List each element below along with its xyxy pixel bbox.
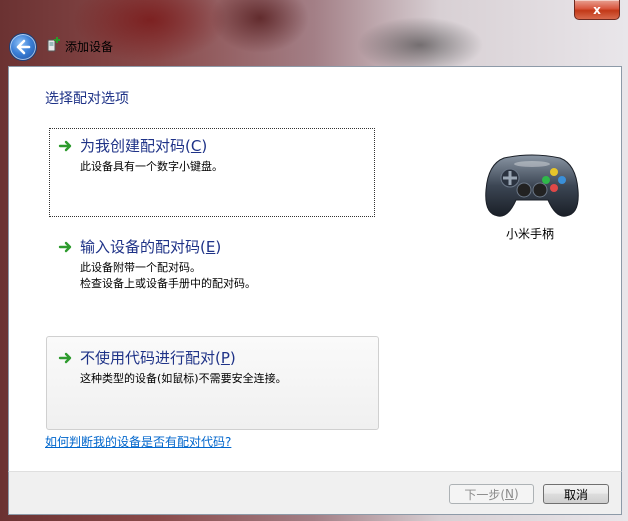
green-arrow-icon	[58, 352, 72, 363]
next-button[interactable]: 下一步(N)	[449, 484, 534, 504]
back-arrow-icon	[16, 39, 31, 55]
window-title: 添加设备	[65, 40, 114, 54]
option-pair-without-code[interactable]: 不使用代码进行配对(P) 这种类型的设备(如鼠标)不需要安全连接。	[46, 336, 379, 430]
gamepad-icon	[485, 154, 579, 217]
option-title: 为我创建配对码(C)	[80, 137, 208, 155]
device-name: 小米手柄	[506, 227, 555, 241]
back-button[interactable]	[9, 33, 37, 61]
close-button[interactable]: x	[574, 0, 620, 20]
option-description: 这种类型的设备(如鼠标)不需要安全连接。	[80, 372, 287, 385]
green-arrow-icon	[58, 241, 72, 252]
add-device-icon	[47, 37, 60, 52]
option-description: 此设备具有一个数字小键盘。	[80, 160, 223, 173]
option-title: 不使用代码进行配对(P)	[80, 349, 236, 367]
cancel-button[interactable]: 取消	[543, 484, 609, 504]
page-heading: 选择配对选项	[45, 91, 129, 107]
option-create-code[interactable]: 为我创建配对码(C) 此设备具有一个数字小键盘。	[49, 128, 375, 217]
green-arrow-icon	[58, 140, 72, 151]
option-enter-code[interactable]: 输入设备的配对码(E) 此设备附带一个配对码。 检查设备上或设备手册中的配对码。	[49, 229, 375, 299]
option-description: 此设备附带一个配对码。 检查设备上或设备手册中的配对码。	[80, 261, 256, 290]
close-icon: x	[593, 2, 601, 17]
option-title: 输入设备的配对码(E)	[80, 238, 222, 256]
help-link[interactable]: 如何判断我的设备是否有配对代码?	[45, 433, 231, 450]
